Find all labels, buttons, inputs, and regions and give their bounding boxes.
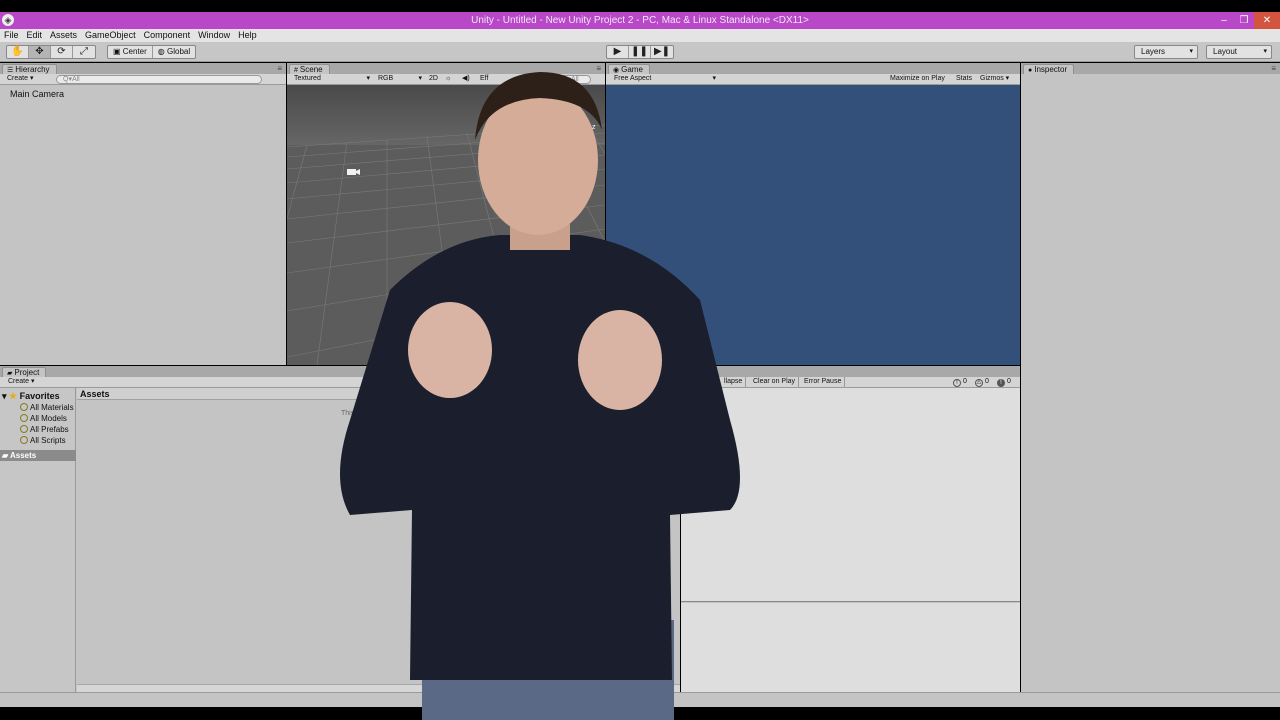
hierarchy-create-button[interactable]: Create ▾ [7,74,33,84]
presenter-right-hand [578,310,662,410]
hand-tool-icon[interactable]: ✋ [7,46,29,58]
presenter-overlay [340,72,740,720]
clear-on-play-toggle[interactable]: Clear on Play [750,377,800,387]
hierarchy-toolbar: Create ▾ Q▾All [0,74,286,85]
play-controls: ▶ ❚❚ ▶❚ [606,45,674,59]
favorite-all-models[interactable]: All Models [20,414,67,423]
tab-scene[interactable]: # Scene [289,64,330,74]
letterbox-top [0,0,1280,12]
grid-icon: # [294,67,298,74]
play-button[interactable]: ▶ [607,46,629,58]
tab-hierarchy[interactable]: ☰ Hierarchy [2,64,57,74]
transform-tools: ✋ ✥ ⟳ ⤢ [6,45,96,59]
menu-gameobject[interactable]: GameObject [81,29,140,42]
favorite-all-prefabs[interactable]: All Prefabs [20,425,69,434]
panel-menu-icon[interactable]: ≡ [1271,64,1276,73]
info-count[interactable]: ! 0 [953,377,967,387]
project-sidebar: ▾ ★ Favorites All Materials All Models A… [0,388,76,692]
tab-project[interactable]: ▰ Project [2,367,47,377]
info-icon: ! [953,379,961,387]
menu-help[interactable]: Help [234,29,261,42]
move-tool-icon[interactable]: ✥ [29,46,51,58]
inspector-panel: ● Inspector ≡ [1021,63,1280,692]
main-toolbar: ✋ ✥ ⟳ ⤢ ▣ Center ◍ Global ▶ ❚❚ ▶❚ Layers… [0,42,1280,62]
pivot-toggles: ▣ Center ◍ Global [107,45,197,59]
hierarchy-item-main-camera[interactable]: Main Camera [10,89,64,99]
menu-bar: File Edit Assets GameObject Component Wi… [0,29,1280,42]
list-icon: ☰ [7,67,14,74]
stats-toggle[interactable]: Stats [956,74,972,84]
menu-component[interactable]: Component [140,29,195,42]
menu-file[interactable]: File [0,29,23,42]
step-button[interactable]: ▶❚ [651,46,673,58]
favorite-all-scripts[interactable]: All Scripts [20,436,66,445]
search-icon [20,403,28,411]
scale-tool-icon[interactable]: ⤢ [73,46,95,58]
rotate-tool-icon[interactable]: ⟳ [51,46,73,58]
presenter-left-hand [408,302,492,398]
info-icon: ● [1028,67,1033,74]
menu-assets[interactable]: Assets [46,29,81,42]
presenter-shirt [340,235,740,680]
assets-folder[interactable]: ▰ Assets [0,450,76,461]
pivot-center-button[interactable]: ▣ Center [108,46,153,58]
gizmos-dropdown[interactable]: Gizmos ▾ [980,74,1009,84]
window-controls: – ❐ ✕ [1214,12,1280,29]
warning-icon: ⚠ [975,379,983,387]
pause-button[interactable]: ❚❚ [629,46,651,58]
project-create-button[interactable]: Create ▾ [8,377,34,387]
minimize-button[interactable]: – [1214,12,1234,29]
folder-icon: ▰ [2,451,9,460]
search-icon [20,414,28,422]
menu-window[interactable]: Window [194,29,234,42]
tab-inspector[interactable]: ● Inspector [1023,64,1075,74]
warning-count[interactable]: ⚠ 0 [975,377,989,387]
layers-dropdown[interactable]: Layers ▾ [1134,45,1198,59]
close-button[interactable]: ✕ [1254,12,1280,29]
error-pause-toggle[interactable]: Error Pause [801,377,846,387]
favorites-header[interactable]: ▾ ★ Favorites [2,391,60,402]
chevron-down-icon: ▾ [1189,48,1193,55]
restore-button[interactable]: ❐ [1234,12,1254,29]
error-count[interactable]: ! 0 [997,377,1011,387]
window-title: Unity - Untitled - New Unity Project 2 -… [471,15,809,26]
hierarchy-search-input[interactable]: Q▾All [56,75,262,84]
hierarchy-panel: ☰ Hierarchy ≡ Create ▾ Q▾All Main Camera [0,63,286,365]
hierarchy-tabbar: ☰ Hierarchy ≡ [0,63,286,74]
layout-dropdown[interactable]: Layout ▾ [1206,45,1272,59]
window-titlebar: ◈ Unity - Untitled - New Unity Project 2… [0,12,1280,29]
folder-icon: ▰ [7,370,13,377]
search-icon [20,425,28,433]
pivot-global-button[interactable]: ◍ Global [153,46,195,58]
maximize-on-play-toggle[interactable]: Maximize on Play [890,74,945,84]
search-icon [20,436,28,444]
favorite-all-materials[interactable]: All Materials [20,403,74,412]
menu-edit[interactable]: Edit [23,29,47,42]
chevron-down-icon: ▾ [1263,48,1267,55]
panel-menu-icon[interactable]: ≡ [277,64,282,73]
inspector-tabbar: ● Inspector ≡ [1021,63,1280,74]
star-icon: ★ [9,391,18,401]
error-icon: ! [997,379,1005,387]
